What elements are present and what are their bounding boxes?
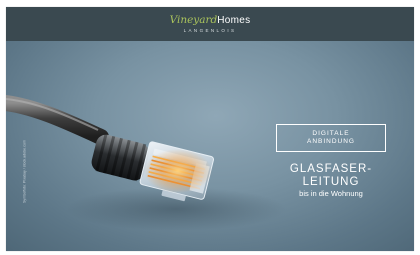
hero-image: Symbolfoto: Pixabay / stock.adobe.com DI… — [6, 41, 414, 251]
headline-subline: bis in die Wohnung — [299, 189, 363, 198]
headline-line-1: GLASFASER- — [289, 163, 373, 175]
header-bar: VineyardHomes LANGENLOIS — [6, 7, 414, 41]
brand-location: LANGENLOIS — [183, 28, 237, 33]
badge-line-2: ANBINDUNG — [306, 138, 355, 145]
brand-logo: VineyardHomes — [6, 12, 414, 28]
brand-caps-text: Homes — [217, 15, 251, 26]
headline: GLASFASER- LEITUNG bis in die Wohnung — [261, 163, 401, 199]
brand-script-text: Vineyard — [169, 14, 218, 26]
photo-credit: Symbolfoto: Pixabay / stock.adobe.com — [22, 140, 27, 203]
ad-card: VineyardHomes LANGENLOIS Symbolfoto: Pix… — [6, 7, 414, 251]
badge-line-1: DIGITALE — [312, 130, 350, 137]
headline-line-2: LEITUNG — [302, 176, 360, 188]
digital-connection-badge: DIGITALE ANBINDUNG — [276, 124, 386, 152]
